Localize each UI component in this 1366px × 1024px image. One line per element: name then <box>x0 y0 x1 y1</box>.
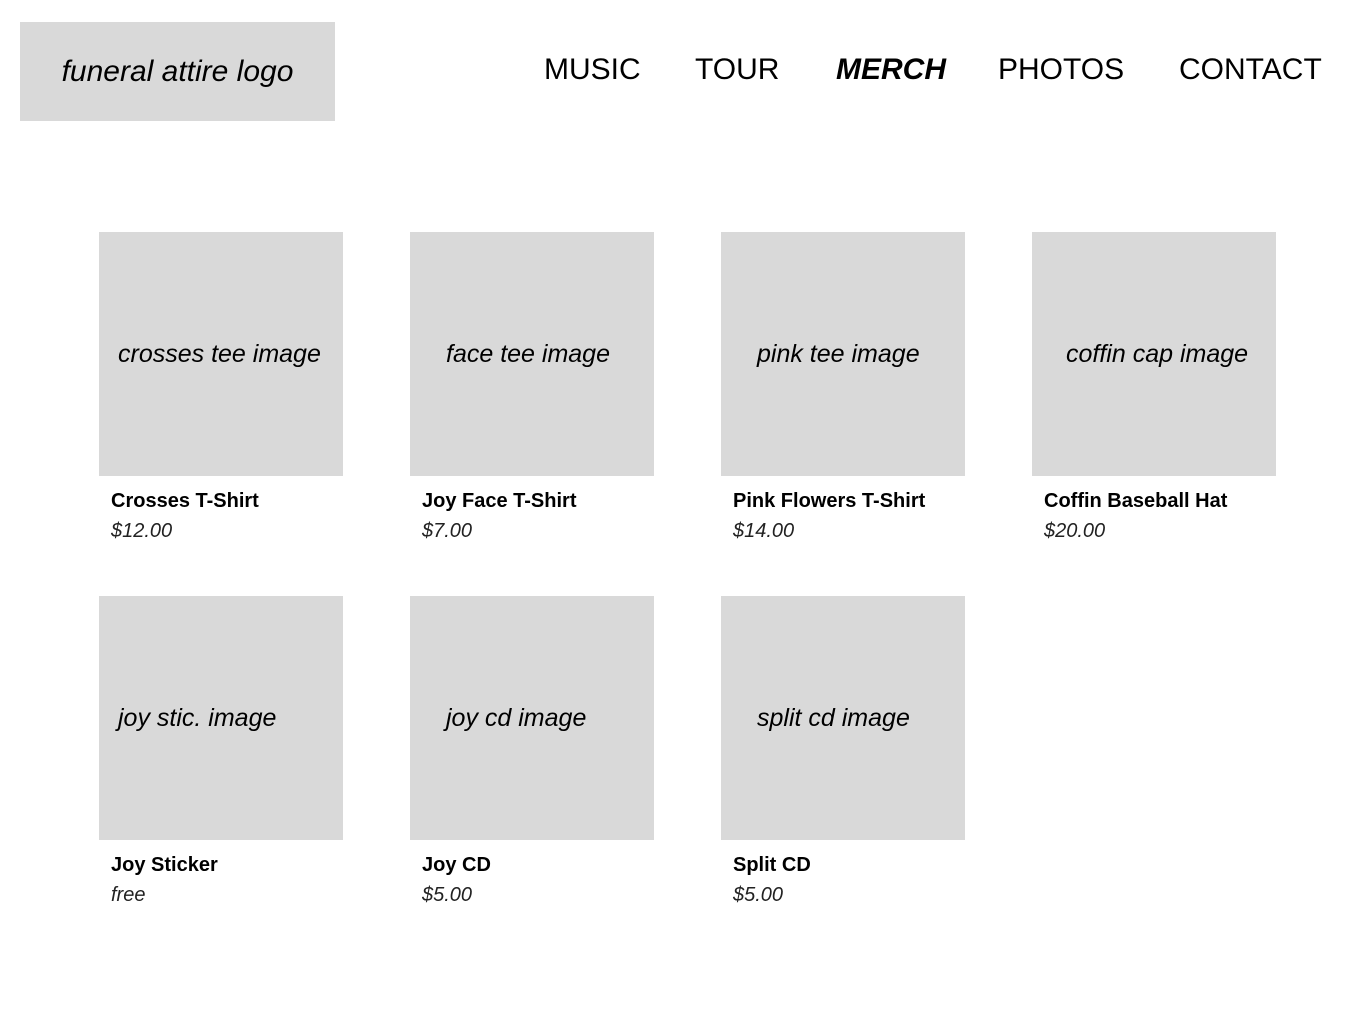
product-card: split cd image Split CD $5.00 <box>721 596 965 907</box>
nav-photos[interactable]: PHOTOS <box>998 52 1124 88</box>
product-name[interactable]: Joy Sticker <box>111 853 343 877</box>
nav-tour[interactable]: TOUR <box>695 52 779 88</box>
product-name[interactable]: Joy Face T-Shirt <box>422 489 654 513</box>
product-price: $20.00 <box>1044 520 1106 542</box>
product-price: $14.00 <box>733 520 795 542</box>
product-name[interactable]: Crosses T-Shirt <box>111 489 343 513</box>
nav-merch[interactable]: MERCH <box>836 52 946 88</box>
product-card: joy stic. image Joy Sticker free <box>99 596 343 907</box>
product-image[interactable]: joy stic. image <box>99 596 343 840</box>
nav-contact[interactable]: CONTACT <box>1179 52 1322 88</box>
product-image[interactable]: crosses tee image <box>99 232 343 476</box>
product-card: crosses tee image Crosses T-Shirt $12.00 <box>99 232 343 543</box>
logo-placeholder[interactable]: funeral attire logo <box>20 22 335 121</box>
product-card: face tee image Joy Face T-Shirt $7.00 <box>410 232 654 543</box>
product-name[interactable]: Joy CD <box>422 853 654 877</box>
product-image[interactable]: split cd image <box>721 596 965 840</box>
product-price: $7.00 <box>422 520 473 542</box>
product-name[interactable]: Pink Flowers T-Shirt <box>733 489 965 513</box>
product-card: joy cd image Joy CD $5.00 <box>410 596 654 907</box>
product-price: free <box>111 884 146 906</box>
product-name[interactable]: Split CD <box>733 853 965 877</box>
product-card: pink tee image Pink Flowers T-Shirt $14.… <box>721 232 965 543</box>
product-image[interactable]: joy cd image <box>410 596 654 840</box>
product-image[interactable]: pink tee image <box>721 232 965 476</box>
nav-music[interactable]: MUSIC <box>544 52 641 88</box>
product-name[interactable]: Coffin Baseball Hat <box>1044 489 1276 513</box>
product-price: $12.00 <box>111 520 173 542</box>
product-card: coffin cap image Coffin Baseball Hat $20… <box>1032 232 1276 543</box>
product-image[interactable]: face tee image <box>410 232 654 476</box>
product-image[interactable]: coffin cap image <box>1032 232 1276 476</box>
product-price: $5.00 <box>733 884 784 906</box>
product-price: $5.00 <box>422 884 473 906</box>
